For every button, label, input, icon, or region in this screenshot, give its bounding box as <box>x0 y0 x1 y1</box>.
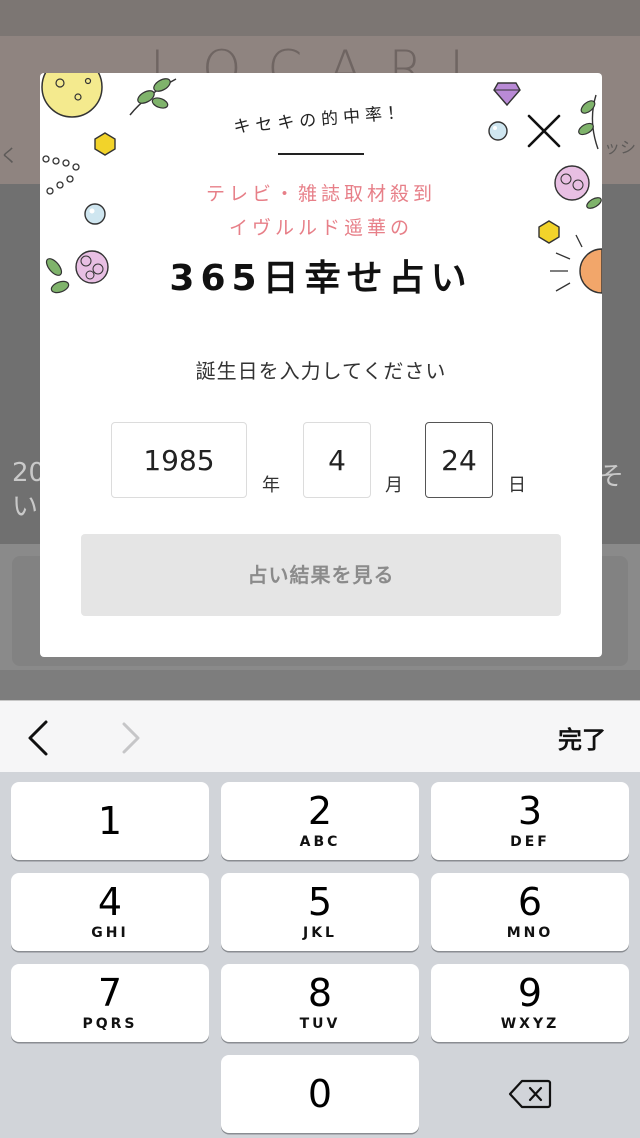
birth-day-field[interactable]: 24 <box>425 422 493 498</box>
backspace-icon <box>508 1079 552 1109</box>
key-6[interactable]: 6 MNO <box>431 873 629 951</box>
key-digit: 9 <box>517 971 543 1015</box>
key-digit: 2 <box>307 789 333 833</box>
key-letters: TUV <box>299 1016 341 1032</box>
key-digit: 4 <box>97 880 123 924</box>
view-result-button[interactable]: 占い結果を見る <box>81 534 561 616</box>
tagline-underline <box>278 153 364 155</box>
numeric-keyboard: 1 2 ABC 3 DEF 4 GHI 5 JKL 6 MNO 7 PQRS 8… <box>0 772 640 1138</box>
tagline: キセキの的中率！ <box>232 102 410 138</box>
subtitle-line-2: イヴルルド遥華の <box>228 217 413 239</box>
leaf-illustration-icon <box>129 78 177 116</box>
key-3[interactable]: 3 DEF <box>431 782 629 860</box>
key-digit: 1 <box>97 799 123 843</box>
chevron-left-icon[interactable] <box>24 718 54 758</box>
key-letters: DEF <box>510 834 550 850</box>
background-nav-right: ッシ <box>604 138 637 157</box>
keyboard-toolbar <box>0 700 640 772</box>
key-letters: ABC <box>299 834 341 850</box>
status-bar-area <box>0 0 640 36</box>
key-5[interactable]: 5 JKL <box>221 873 419 951</box>
key-letters: GHI <box>91 925 129 941</box>
birth-month-field[interactable]: 4 <box>303 422 371 498</box>
key-7[interactable]: 7 PQRS <box>11 964 209 1042</box>
key-0[interactable]: 0 <box>221 1055 419 1133</box>
modal-title: 365日幸せ占い <box>169 258 473 299</box>
day-unit-label: 日 <box>508 475 526 496</box>
key-1[interactable]: 1 <box>11 782 209 860</box>
close-icon[interactable] <box>526 113 562 149</box>
key-digit: 3 <box>517 789 543 833</box>
key-digit: 7 <box>97 971 123 1015</box>
done-button[interactable]: 完了 <box>558 720 606 755</box>
year-unit-label: 年 <box>262 475 280 496</box>
key-letters: WXYZ <box>500 1016 560 1032</box>
key-8[interactable]: 8 TUV <box>221 964 419 1042</box>
moon-illustration-icon <box>41 73 103 118</box>
fortune-modal: キセキの的中率！ テレビ・雑誌取材殺到 イヴルルド遥華の 365日幸せ占い 誕生… <box>40 73 602 657</box>
birth-year-field[interactable]: 1985 <box>111 422 247 498</box>
key-letters: MNO <box>506 925 554 941</box>
birthday-prompt: 誕生日を入力してください <box>195 359 447 383</box>
key-digit: 6 <box>517 880 543 924</box>
key-digit: 8 <box>307 971 333 1015</box>
subtitle-line-1: テレビ・雑誌取材殺到 <box>205 183 436 205</box>
key-9[interactable]: 9 WXYZ <box>431 964 629 1042</box>
key-digit: 5 <box>307 880 333 924</box>
key-4[interactable]: 4 GHI <box>11 873 209 951</box>
delete-key[interactable] <box>431 1055 629 1133</box>
key-letters: PQRS <box>82 1016 138 1032</box>
background-nav-left: く <box>0 146 18 167</box>
key-letters: JKL <box>303 925 337 941</box>
background-strip <box>0 670 640 700</box>
pearl-small-icon <box>488 121 508 141</box>
month-unit-label: 月 <box>385 475 403 496</box>
chevron-right-icon[interactable] <box>116 718 146 758</box>
key-2[interactable]: 2 ABC <box>221 782 419 860</box>
key-digit: 0 <box>307 1072 333 1116</box>
